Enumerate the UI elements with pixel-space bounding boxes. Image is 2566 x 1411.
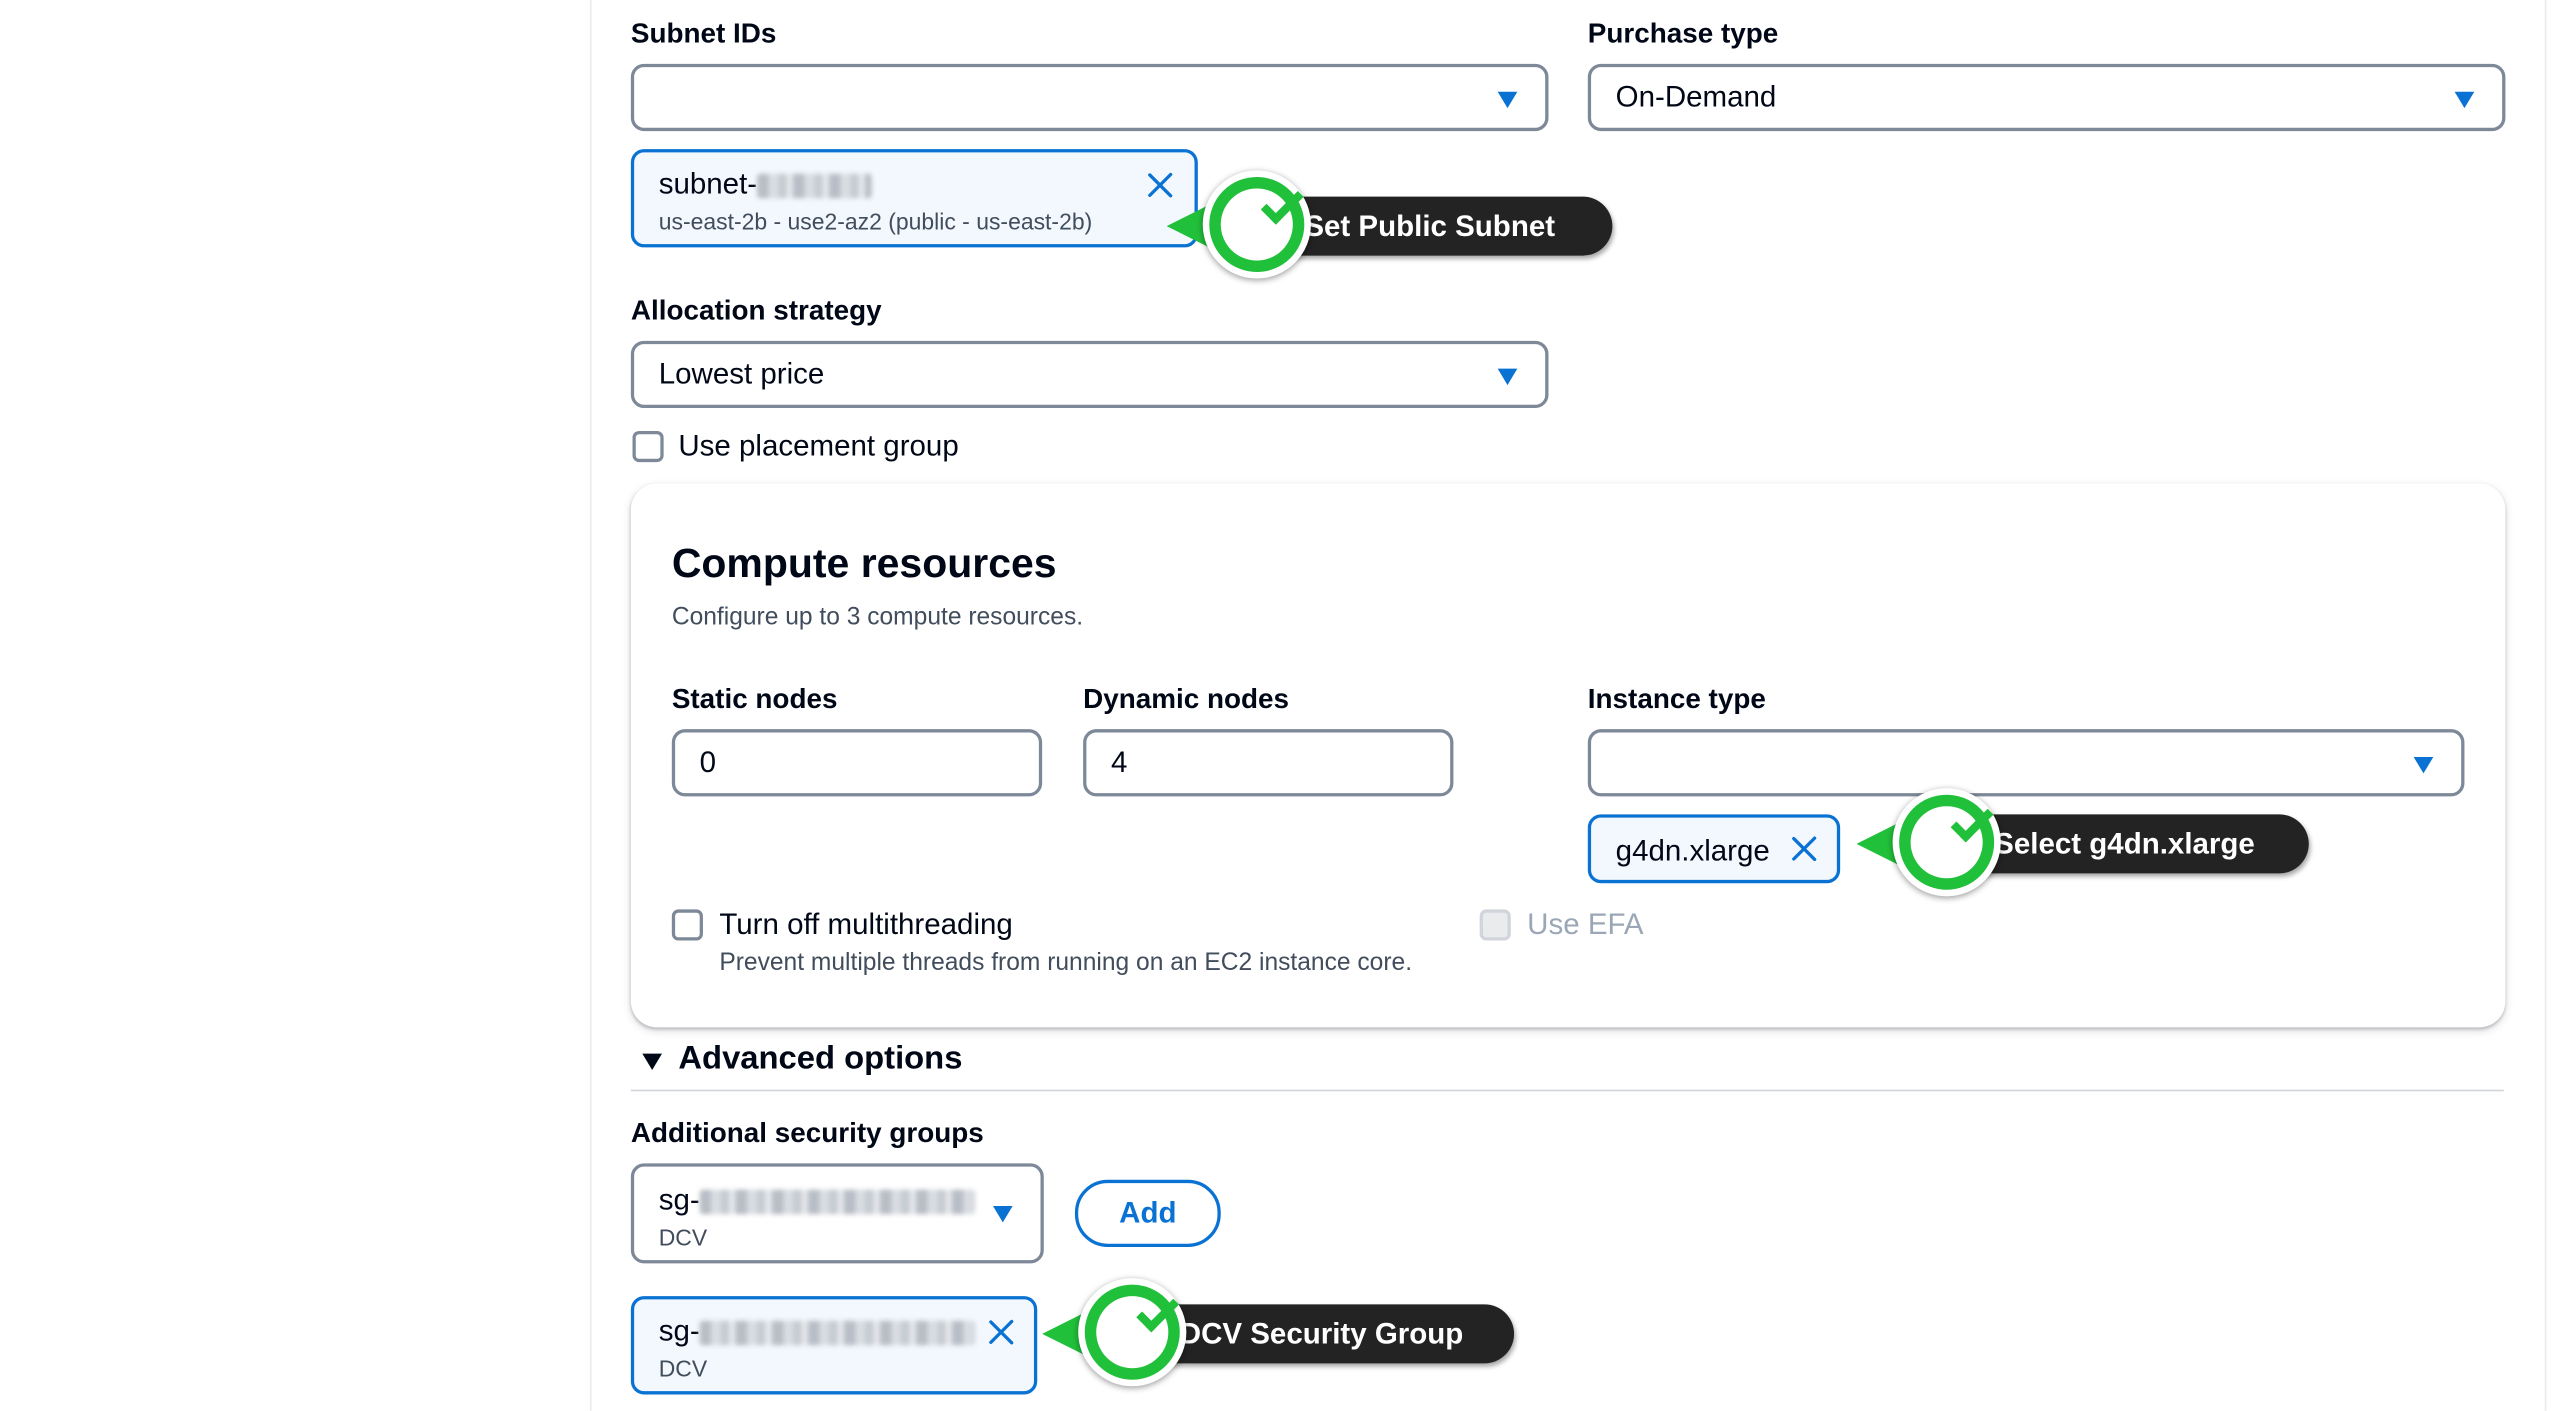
compute-resources-title: Compute resources (671, 540, 1057, 587)
redacted-value (757, 173, 872, 198)
green-checkmark-icon (1078, 1278, 1187, 1387)
placement-group-checkbox[interactable] (632, 430, 664, 463)
security-groups-label: Additional security groups (630, 1117, 984, 1149)
purchase-type-label: Purchase type (1587, 18, 1779, 50)
multithreading-checkbox[interactable] (671, 909, 703, 941)
add-security-group-button[interactable]: Add (1074, 1179, 1221, 1247)
allocation-strategy-label: Allocation strategy (630, 294, 882, 327)
caret-down-icon (1497, 91, 1518, 109)
compute-resources-description: Configure up to 3 compute resources. (671, 603, 1084, 631)
security-group-token-id: sg- (659, 1314, 975, 1348)
subnet-token: subnet- us-east-2b - use2-az2 (public - … (630, 149, 1198, 248)
security-group-select-desc: DCV (658, 1224, 708, 1251)
multithreading-label: Turn off multithreading (719, 907, 1013, 941)
subnet-token-detail: us-east-2b - use2-az2 (public - us-east-… (658, 208, 1093, 235)
purchase-type-select[interactable]: On-Demand (1587, 63, 2506, 132)
multithreading-description: Prevent multiple threads from running on… (719, 948, 1413, 977)
security-group-token-desc: DCV (658, 1355, 708, 1382)
advanced-options-toggle[interactable]: Advanced options (678, 1041, 962, 1079)
callout-set-public-subnet: Set Public Subnet (1166, 170, 1613, 279)
security-group-select[interactable]: sg- DCV (630, 1163, 1044, 1264)
allocation-strategy-value: Lowest price (658, 357, 825, 390)
security-group-prefix: sg- (658, 1183, 700, 1216)
remove-security-group-icon[interactable] (985, 1316, 1018, 1349)
subnet-token-id: subnet- (659, 167, 872, 201)
subnet-ids-select[interactable] (630, 63, 1549, 132)
placement-group-label: Use placement group (678, 429, 959, 463)
allocation-strategy-select[interactable]: Lowest price (630, 340, 1549, 409)
caret-down-icon (2413, 757, 2434, 774)
subnet-ids-label: Subnet IDs (630, 18, 777, 50)
dynamic-nodes-value: 4 (1110, 745, 1128, 779)
security-group-token: sg- DCV (630, 1296, 1038, 1395)
instance-type-token-value: g4dn.xlarge (1615, 834, 1770, 867)
subnet-token-prefix: subnet- (658, 167, 758, 200)
static-nodes-input[interactable]: 0 (671, 729, 1043, 797)
static-nodes-label: Static nodes (671, 683, 838, 715)
caret-down-icon (992, 1206, 1013, 1223)
remove-subnet-icon[interactable] (1144, 169, 1177, 202)
expand-triangle-icon[interactable] (642, 1053, 662, 1071)
callout-select-g4dn: Select g4dn.xlarge (1856, 788, 2309, 897)
green-checkmark-icon (1202, 170, 1311, 279)
green-checkmark-icon (1892, 788, 2001, 897)
advanced-options-divider (630, 1089, 2504, 1092)
caret-down-icon (2454, 91, 2475, 109)
callout-dcv-security-group: DCV Security Group (1042, 1278, 1515, 1387)
caret-down-icon (1497, 368, 1518, 386)
security-group-select-id: sg- (659, 1183, 975, 1217)
instance-type-token: g4dn.xlarge (1587, 814, 1841, 884)
remove-instance-type-icon[interactable] (1788, 832, 1821, 865)
dynamic-nodes-input[interactable]: 4 (1083, 729, 1454, 797)
instance-type-label: Instance type (1587, 683, 1766, 715)
purchase-type-value: On-Demand (1615, 80, 1777, 114)
use-efa-label: Use EFA (1527, 907, 1644, 941)
instance-type-select[interactable] (1587, 729, 2465, 797)
dynamic-nodes-label: Dynamic nodes (1083, 683, 1290, 715)
use-efa-checkbox[interactable] (1479, 909, 1511, 941)
redacted-value (699, 1189, 975, 1214)
redacted-value (699, 1320, 975, 1345)
static-nodes-value: 0 (699, 745, 717, 779)
security-group-token-prefix: sg- (658, 1314, 700, 1347)
